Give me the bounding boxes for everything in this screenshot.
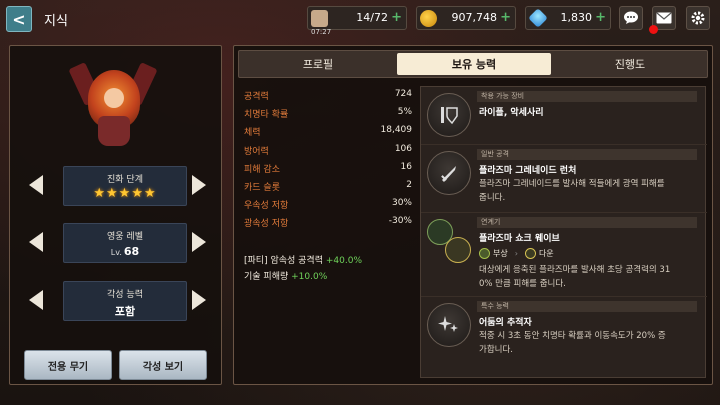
sparkle-icon[interactable] [427,303,471,347]
stat-row: 카드 슬롯 2 [244,179,412,193]
hero-summary-panel: 진화 단계 ★★★★★ 영웅 레벨 Lv. 68 각성 능력 포함 전용 무기 각… [9,45,222,385]
hero-portrait [68,62,158,154]
chain-skill-tag: 연계기 [477,217,697,228]
level-next-arrow[interactable] [192,232,206,252]
gear-icon[interactable] [686,6,710,30]
tab-profile[interactable]: 프로필 [241,53,395,75]
level-value: Lv. 68 [110,245,140,258]
hero-detail-panel: 프로필 보유 능력 진행도 공격력 724 치명타 확률 5% 체력 18,409 방… [233,45,713,385]
page-title: 지식 [44,14,68,29]
gold-coin-icon [420,10,437,27]
awaken-value: 포함 [114,305,136,318]
skill-damage-bonus: 기술 피해량 +10.0% [244,272,328,282]
awaken-label: 각성 능력 [107,290,143,300]
hero-level: 영웅 레벨 Lv. 68 [63,223,187,263]
stat-row: 체력 18,409 [244,125,412,139]
evolution-prev-arrow[interactable] [29,175,43,195]
tab-bar: 프로필 보유 능력 진행도 [238,50,708,78]
stat-row: 피해 감소 16 [244,161,412,175]
stamina-add-button[interactable]: + [391,10,402,25]
evolution-stars: ★★★★★ [93,186,157,201]
stat-row: 치명타 확률 5% [244,107,412,121]
stat-row: 방어력 106 [244,143,412,157]
sword-icon[interactable] [427,151,471,195]
normal-attack-desc: 플라즈마 그레네이드를 발사해 적들에게 광역 피해를 줍니다. [479,179,665,203]
special-ability-desc: 적중 시 3초 동안 치명타 확률과 이동속도가 20% 증 가합니다. [479,331,666,355]
arrow-right-icon: › [514,249,518,258]
chain-conditions: 부상 › 다운 [479,248,554,259]
special-ability-section: 특수 능력 어둠의 추적자 적중 시 3초 동안 치명타 확률과 이동속도가 2… [421,297,707,379]
tab-abilities[interactable]: 보유 능력 [397,53,551,75]
gold-counter[interactable]: 907,748 + [416,6,516,30]
evolution-stage: 진화 단계 ★★★★★ [63,166,187,206]
chain-skill-section: 연계기 플라즈마 쇼크 웨이브 부상 › 다운 대상에게 응축된 플라즈마를 발… [421,213,707,297]
chain-skill-icon[interactable] [427,219,473,263]
exclusive-weapon-button[interactable]: 전용 무기 [24,350,112,380]
awaken-ability: 각성 능력 포함 [63,281,187,321]
awaken-prev-arrow[interactable] [29,290,43,310]
party-bonus: [파티] 암속성 공격력 +40.0% [244,256,362,266]
back-button[interactable]: < [6,6,32,32]
stamina-timer: 07:27 [311,28,332,36]
gem-icon [528,8,548,28]
evolution-next-arrow[interactable] [192,175,206,195]
awaken-next-arrow[interactable] [192,290,206,310]
abilities-list: 착용 가능 장비 라이플, 악세사리 일반 공격 플라즈마 그레네이드 런처 플… [420,86,707,379]
stats-list: 공격력 724 치명타 확률 5% 체력 18,409 방어력 106 피해 감소 16 … [244,86,412,232]
special-ability-title: 어둠의 추적자 [479,318,532,328]
gold-value: 907,748 [451,11,498,24]
gem-value: 1,830 [560,11,593,24]
mail-icon[interactable] [649,6,676,34]
equipment-tag: 착용 가능 장비 [477,91,697,102]
chain-skill-title: 플라즈마 쇼크 웨이브 [479,234,560,244]
stat-row: 광속성 저항 -30% [244,216,412,230]
level-label: 영웅 레벨 [107,232,143,242]
special-ability-tag: 특수 능력 [477,301,697,312]
normal-attack-title: 플라즈마 그레네이드 런처 [479,166,577,176]
normal-attack-tag: 일반 공격 [477,149,697,160]
chain-skill-desc: 대상에게 응축된 플라즈마를 발사해 초당 공격력의 31 0% 만큼 피해를 줍… [479,265,671,289]
level-prev-arrow[interactable] [29,232,43,252]
stamina-value: 14/72 [356,11,388,24]
equipment-section: 착용 가능 장비 라이플, 악세사리 [421,87,707,145]
stat-row: 우속성 저항 30% [244,198,412,212]
gem-counter[interactable]: 1,830 + [525,6,611,30]
gold-add-button[interactable]: + [500,10,511,25]
tab-progress[interactable]: 진행도 [553,53,707,75]
chat-icon[interactable] [619,6,643,30]
down-status-icon [524,248,536,259]
coffee-icon [311,10,328,27]
normal-attack-section: 일반 공격 플라즈마 그레네이드 런처 플라즈마 그레네이드를 발사해 적들에게… [421,145,707,213]
view-awaken-button[interactable]: 각성 보기 [119,350,207,380]
rifle-shield-icon [427,93,471,137]
stat-row: 공격력 724 [244,89,412,102]
equipment-title: 라이플, 악세사리 [479,108,544,118]
top-bar: < 지식 14/72 + 07:27 907,748 + 1,830 + [0,0,720,38]
gem-add-button[interactable]: + [595,10,606,25]
notification-dot [649,25,658,34]
injury-status-icon [479,248,490,259]
stamina-counter[interactable]: 14/72 + 07:27 [307,6,407,36]
evolution-label: 진화 단계 [107,175,143,185]
